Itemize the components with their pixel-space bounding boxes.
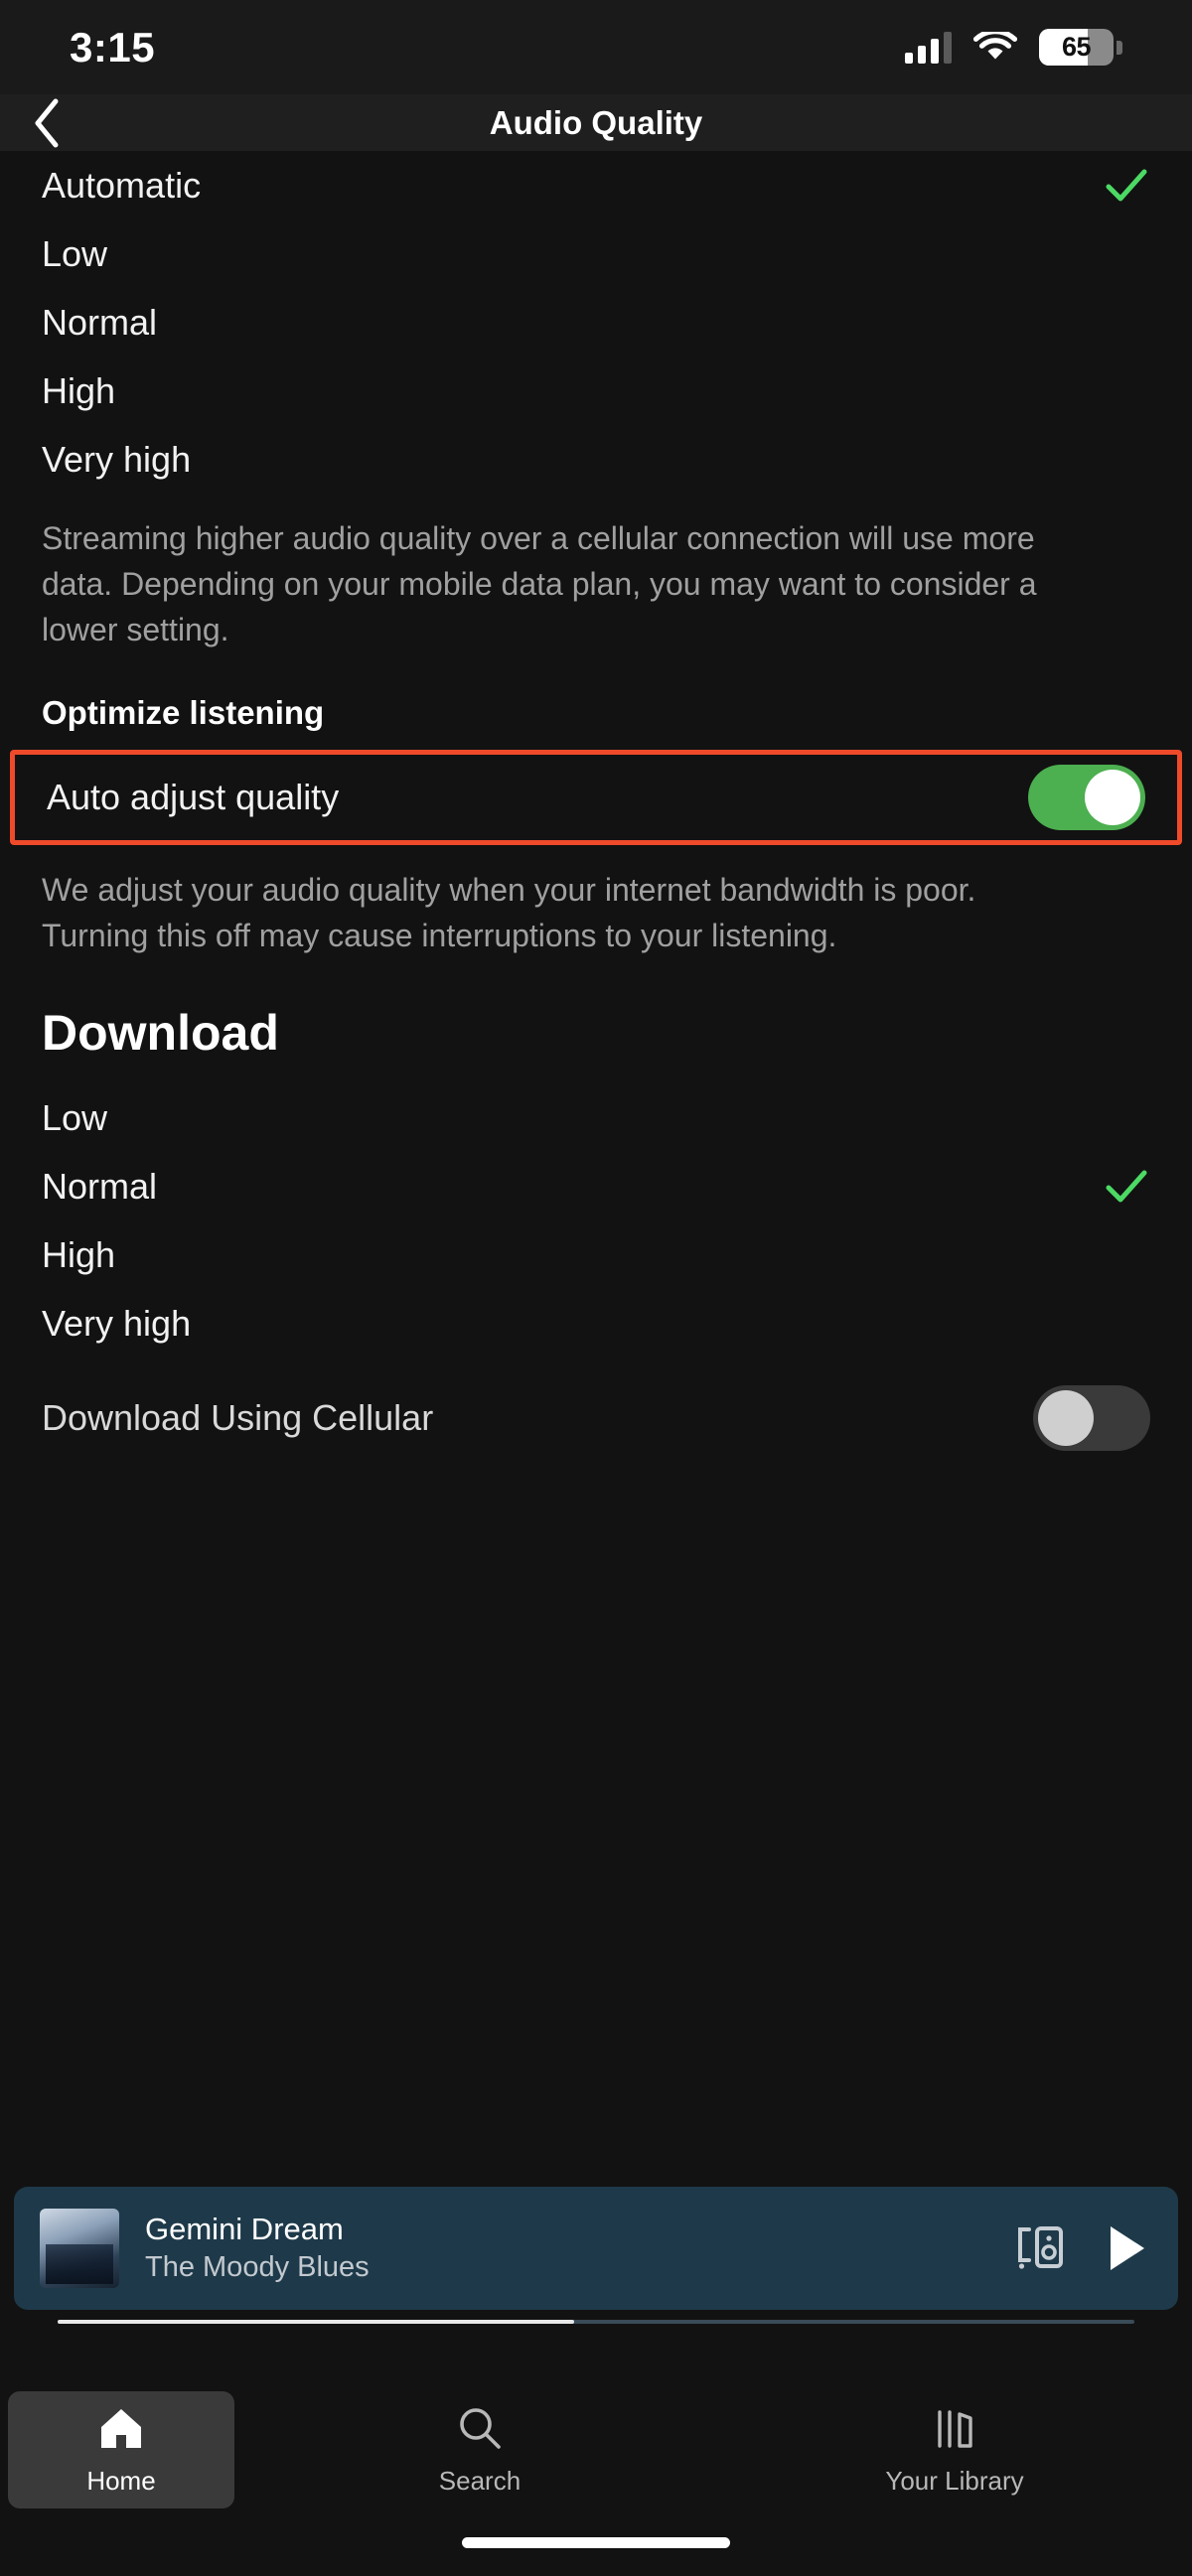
auto-adjust-quality-row[interactable]: Auto adjust quality [15,755,1177,840]
option-label: Low [42,232,108,274]
optimize-description: We adjust your audio quality when your i… [42,872,976,953]
streaming-description: Streaming higher audio quality over a ce… [42,520,1037,647]
progress-fill [58,2320,575,2324]
optimize-listening-heading: Optimize listening [42,694,325,731]
now-playing-artist: The Moody Blues [145,2251,370,2283]
option-label: Normal [42,301,158,343]
streaming-option-high[interactable]: High [0,357,1192,425]
tab-home[interactable]: Home [8,2391,234,2508]
tab-home-label: Home [86,2465,156,2496]
battery-icon: 65 [1039,29,1122,66]
download-using-cellular-label: Download Using Cellular [42,1397,434,1438]
toggle-knob [1038,1390,1094,1446]
option-label: Low [42,1096,108,1138]
nav-bar: Audio Quality [0,94,1192,151]
option-label: Normal [42,1165,158,1207]
now-playing-text: Gemini Dream The Moody Blues [145,2211,1015,2286]
tab-your-library[interactable]: Your Library [717,2391,1192,2508]
toggle-knob [1085,770,1140,825]
library-icon [931,2404,978,2457]
option-label: Automatic [42,164,202,206]
streaming-option-very-high[interactable]: Very high [0,425,1192,494]
now-playing-progress-bar[interactable] [58,2320,1134,2324]
play-button[interactable] [1111,2226,1144,2270]
search-icon [456,2404,504,2457]
streaming-option-automatic[interactable]: Automatic [0,151,1192,219]
download-option-high[interactable]: High [0,1220,1192,1289]
checkmark-icon [1103,162,1150,210]
download-using-cellular-row[interactable]: Download Using Cellular [0,1375,1192,1461]
phone-screen: 3:15 65 Audio Quality Automatic Low Norm… [0,0,1192,2576]
download-option-very-high[interactable]: Very high [0,1289,1192,1358]
download-heading: Download [42,1005,279,1061]
streaming-option-low[interactable]: Low [0,219,1192,288]
option-label: Very high [42,438,192,480]
home-icon [97,2404,145,2457]
chevron-left-icon [35,98,59,147]
download-option-normal[interactable]: Normal [0,1152,1192,1220]
status-bar-icons: 65 [905,29,1122,66]
tab-your-library-label: Your Library [885,2465,1024,2496]
tab-search-label: Search [438,2465,522,2496]
back-button[interactable] [32,97,91,149]
streaming-option-normal[interactable]: Normal [0,288,1192,357]
option-label: High [42,369,116,411]
cellular-signal-icon [905,31,952,64]
option-label: High [42,1233,116,1275]
home-indicator [462,2537,730,2548]
bottom-tab-bar: Home Search Your Library [0,2391,1192,2508]
status-bar: 3:15 65 [0,0,1192,94]
auto-adjust-quality-label: Auto adjust quality [47,777,340,817]
battery-percent-label: 65 [1061,32,1092,62]
download-option-low[interactable]: Low [0,1083,1192,1152]
now-playing-bar[interactable]: Gemini Dream The Moody Blues [14,2187,1178,2310]
now-playing-actions [1015,2220,1152,2277]
now-playing-title: Gemini Dream [145,2212,344,2246]
page-title: Audio Quality [489,103,703,141]
download-using-cellular-toggle[interactable] [1033,1385,1150,1451]
checkmark-icon [1103,1163,1150,1211]
album-artwork [40,2209,119,2288]
connect-to-device-icon[interactable] [1015,2220,1067,2277]
tab-search[interactable]: Search [242,2391,717,2508]
auto-adjust-quality-toggle[interactable] [1028,765,1145,830]
auto-adjust-highlight-box: Auto adjust quality [10,750,1182,845]
status-bar-time: 3:15 [70,23,156,71]
wifi-icon [973,31,1017,64]
option-label: Very high [42,1302,192,1344]
